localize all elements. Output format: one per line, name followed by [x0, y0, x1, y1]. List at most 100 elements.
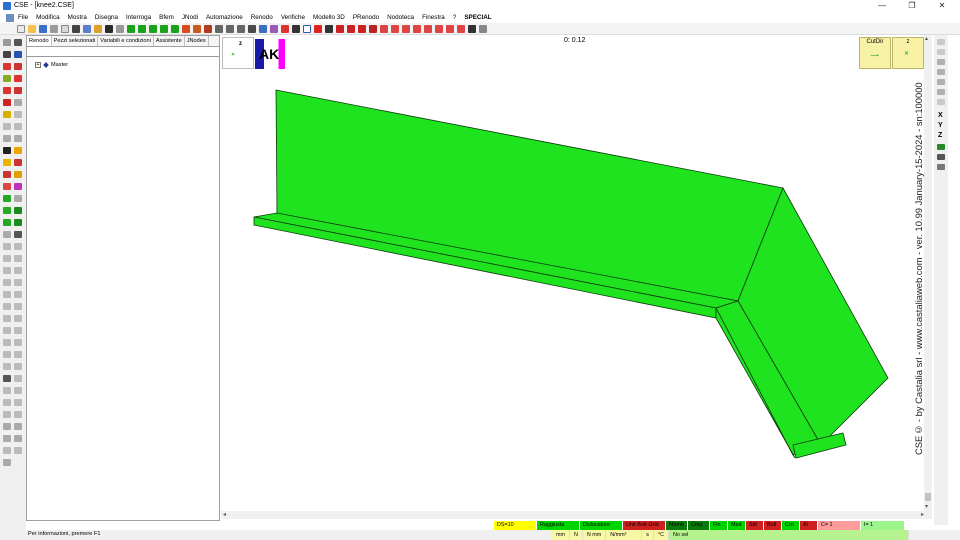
plus-icon[interactable]: [336, 24, 344, 33]
save-icon[interactable]: [39, 24, 47, 33]
tool-5-icon[interactable]: [3, 63, 11, 70]
tool-11-icon[interactable]: [3, 99, 11, 106]
scroll-left-icon[interactable]: ◂: [223, 511, 226, 518]
tool-40-icon[interactable]: [14, 267, 22, 274]
rotate-ccw-icon[interactable]: [193, 24, 201, 33]
status-med[interactable]: Med: [728, 521, 746, 530]
color-icon[interactable]: [281, 24, 289, 33]
menu-verifiche[interactable]: Verifiche: [281, 14, 305, 21]
tool-45-icon[interactable]: [3, 303, 11, 310]
menu-special[interactable]: SPECIAL: [464, 14, 491, 21]
magnet-icon[interactable]: [314, 24, 322, 33]
tool-16-icon[interactable]: [14, 123, 22, 130]
tab-variabili-e-condizioni[interactable]: Variabili e condizioni: [98, 36, 154, 46]
menu-file[interactable]: File: [18, 14, 28, 21]
menu-jnodi[interactable]: JNodi: [182, 14, 198, 21]
tool-60-icon[interactable]: [14, 387, 22, 394]
tool-22-icon[interactable]: [14, 159, 22, 166]
tool-32-icon[interactable]: [14, 219, 22, 226]
cross-icon[interactable]: [446, 24, 454, 33]
fit-view-icon[interactable]: [248, 24, 256, 33]
grid-toggle-icon[interactable]: [937, 154, 945, 160]
tab-jnodes[interactable]: JNodes: [185, 36, 209, 46]
tool-50-icon[interactable]: [14, 327, 22, 334]
arrow-up-icon[interactable]: [127, 24, 135, 33]
plus-red-3-icon[interactable]: [413, 24, 421, 33]
refresh-icon[interactable]: [347, 24, 355, 33]
axis-y-button[interactable]: Y: [938, 122, 943, 129]
view-tool-5-icon[interactable]: [937, 79, 945, 85]
view-tool-6-icon[interactable]: [937, 89, 945, 95]
plus-red-icon[interactable]: [380, 24, 388, 33]
dropdown-icon[interactable]: [303, 24, 311, 33]
tool-9-icon[interactable]: [3, 87, 11, 94]
status-unit-bolt-grid[interactable]: Unit-Bolt-Grid: [623, 521, 666, 530]
tool-25-icon[interactable]: [3, 183, 11, 190]
zoom-in-icon[interactable]: [215, 24, 223, 33]
view-tool-2-icon[interactable]: [937, 49, 945, 55]
tool-71-icon[interactable]: [3, 459, 11, 466]
tool-3-icon[interactable]: [3, 51, 11, 58]
view-tool-7-icon[interactable]: [937, 99, 945, 105]
tool-33-icon[interactable]: [3, 231, 11, 238]
tool-4-icon[interactable]: [14, 51, 22, 58]
menu-renodo[interactable]: Renodo: [251, 14, 273, 21]
arrow-left-icon[interactable]: [149, 24, 157, 33]
scroll-thumb[interactable]: [925, 493, 931, 501]
tool-36-icon[interactable]: [14, 243, 22, 250]
status-ds[interactable]: DS=10: [494, 521, 537, 530]
tool-53-icon[interactable]: [3, 351, 11, 358]
frame-icon[interactable]: [94, 24, 102, 33]
tool-58-icon[interactable]: [14, 375, 22, 382]
scroll-up-icon[interactable]: ▴: [925, 35, 928, 42]
tool-34-icon[interactable]: [14, 231, 22, 238]
status-cmp[interactable]: Cmp: [688, 521, 710, 530]
close-button[interactable]: ✕: [928, 0, 956, 12]
status-dislocatore[interactable]: Dislocatore: [580, 521, 623, 530]
rotate-icon[interactable]: [182, 24, 190, 33]
tool-15-icon[interactable]: [3, 123, 11, 130]
tab-assistente[interactable]: Assistente: [154, 36, 185, 46]
scroll-right-icon[interactable]: ▸: [921, 511, 924, 518]
tool-42-icon[interactable]: [14, 279, 22, 286]
menu-modello-3d[interactable]: Modello 3D: [313, 14, 345, 21]
menu-help[interactable]: ?: [453, 14, 457, 21]
view-3d-icon[interactable]: [259, 24, 267, 33]
expand-icon[interactable]: +: [35, 62, 41, 68]
tool-37-icon[interactable]: [3, 255, 11, 262]
axis-x-button[interactable]: X: [938, 112, 943, 119]
more-icon[interactable]: [479, 24, 487, 33]
tool-28-icon[interactable]: [14, 195, 22, 202]
layers-icon[interactable]: [937, 144, 945, 150]
tool-59-icon[interactable]: [3, 387, 11, 394]
tool-17-icon[interactable]: [3, 135, 11, 142]
model-viewport[interactable]: z ✕ AK 0: 0.12 CutDir ⟶ z ✕ CSE© - by Ca…: [221, 35, 932, 522]
scroll-down-icon[interactable]: ▾: [925, 503, 928, 510]
tool-49-icon[interactable]: [3, 327, 11, 334]
restore-button[interactable]: ❐: [898, 0, 926, 12]
tool-26-icon[interactable]: [14, 183, 22, 190]
view-tool-4-icon[interactable]: [937, 69, 945, 75]
status-bolt[interactable]: Bolt: [764, 521, 782, 530]
tool-18-icon[interactable]: [14, 135, 22, 142]
tool-2-icon[interactable]: [14, 39, 22, 46]
plus-red-5-icon[interactable]: [435, 24, 443, 33]
status-i[interactable]: I= 1: [861, 521, 905, 530]
tool-35-icon[interactable]: [3, 243, 11, 250]
select-icon[interactable]: [83, 24, 91, 33]
fit-height-icon[interactable]: [937, 164, 945, 170]
tool-39-icon[interactable]: [3, 267, 11, 274]
tab-pezzi-selezionati[interactable]: Pezzi selezionati: [52, 36, 99, 46]
menu-mostra[interactable]: Mostra: [68, 14, 87, 21]
arrow-down-icon[interactable]: [138, 24, 146, 33]
print-icon[interactable]: [50, 24, 58, 33]
edit-icon[interactable]: [358, 24, 366, 33]
tool-27-icon[interactable]: [3, 195, 11, 202]
question-icon[interactable]: [402, 24, 410, 33]
tool-57-icon[interactable]: [3, 375, 11, 382]
menu-finestra[interactable]: Finestra: [422, 14, 445, 21]
open-folder-icon[interactable]: [28, 24, 36, 33]
status-memb[interactable]: Memb: [666, 521, 688, 530]
zoom-out-icon[interactable]: [226, 24, 234, 33]
menu-interroga[interactable]: Interroga: [126, 14, 151, 21]
